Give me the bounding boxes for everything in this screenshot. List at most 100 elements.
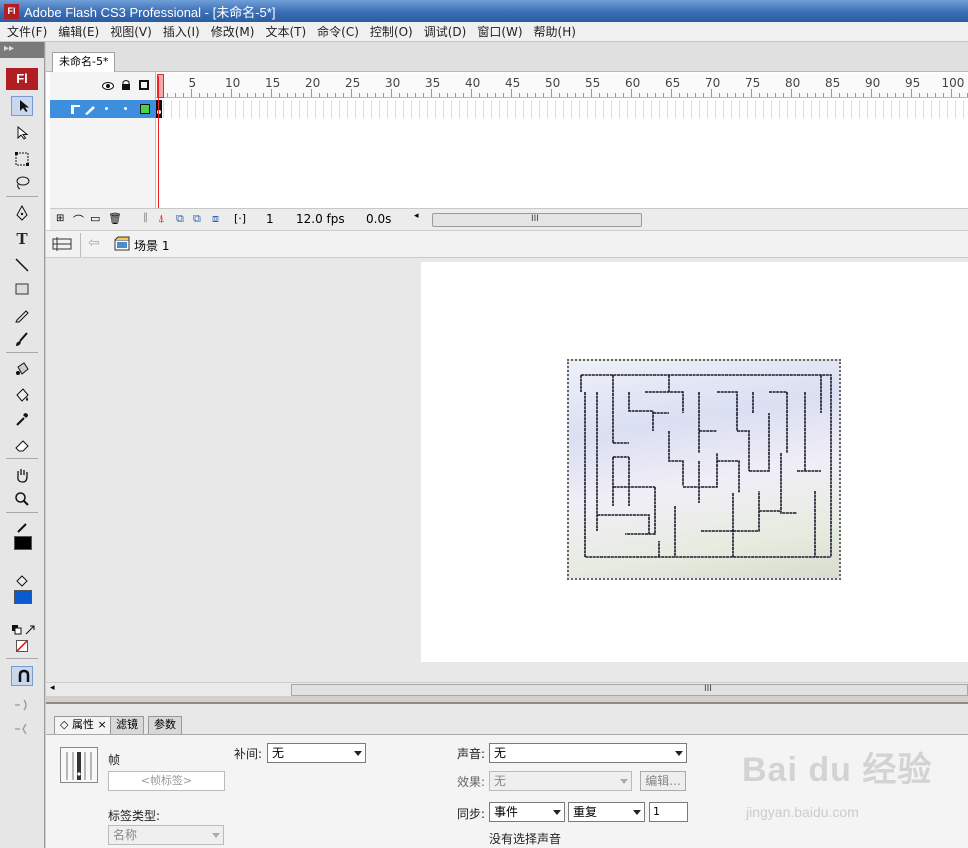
show-outlines-icon[interactable] <box>139 80 149 90</box>
scroll-left-arrow-icon[interactable]: ◂ <box>414 211 419 221</box>
sound-select[interactable]: 无 <box>489 743 687 763</box>
timeline-ruler[interactable]: 1510152025303540455055606570758085909510… <box>156 74 968 98</box>
ruler-frame-number: 65 <box>665 76 681 90</box>
edit-button[interactable]: 编辑... <box>640 771 686 791</box>
ruler-tick <box>479 93 480 97</box>
menu-debug[interactable]: 调试(D) <box>417 23 471 40</box>
paint-bucket-tool-icon[interactable] <box>11 384 33 406</box>
tab-filters[interactable]: 滤镜 <box>110 716 144 734</box>
close-icon[interactable]: × <box>94 718 106 731</box>
ruler-tick <box>687 93 688 97</box>
default-colors-icon[interactable] <box>12 624 22 635</box>
no-color-icon[interactable] <box>16 640 28 652</box>
tween-select[interactable]: 无 <box>267 743 366 763</box>
brush-tool-icon[interactable] <box>11 328 33 350</box>
effect-select[interactable]: 无 <box>489 771 632 791</box>
ruler-tick <box>599 93 600 97</box>
text-tool-icon[interactable]: T <box>11 228 33 250</box>
maze-lines <box>580 374 832 558</box>
label-type-select[interactable]: 名称 <box>108 825 224 845</box>
ruler-tick <box>647 93 648 97</box>
ruler-tick <box>671 89 672 97</box>
layer-outline-color[interactable] <box>140 104 150 114</box>
maze-image[interactable] <box>567 359 841 580</box>
frame-grid[interactable] <box>156 100 968 118</box>
tab-parameters[interactable]: 参数 <box>148 716 182 734</box>
lasso-tool-icon[interactable] <box>11 172 33 194</box>
line-tool-icon[interactable] <box>11 254 33 276</box>
tab-properties[interactable]: ◇ 属性 × <box>54 716 113 734</box>
ruler-tick <box>215 93 216 97</box>
menu-view[interactable]: 视图(V) <box>103 23 156 40</box>
lock-all-icon[interactable] <box>121 79 131 94</box>
layer-visible-dot[interactable] <box>105 107 108 110</box>
stage-scroll-thumb[interactable]: III <box>291 684 968 696</box>
menu-modify[interactable]: 修改(M) <box>204 23 259 40</box>
frame-heading: 帧 <box>108 753 121 767</box>
delete-layer-icon[interactable]: 🗑 <box>108 212 122 225</box>
timeline-toggle-icon[interactable] <box>52 235 74 256</box>
menu-help[interactable]: 帮助(H) <box>527 23 580 40</box>
sync-select[interactable]: 事件 <box>489 802 565 822</box>
frame-rate[interactable]: 12.0 fps <box>296 212 345 226</box>
edit-multiple-frames-icon[interactable]: ⧈ <box>212 212 219 226</box>
repeat-count-input[interactable]: 1 <box>649 802 688 822</box>
ruler-tick <box>847 93 848 97</box>
pen-tool-icon[interactable] <box>11 202 33 224</box>
document-tab[interactable]: 未命名-5* <box>52 52 116 72</box>
repeat-select[interactable]: 重复 <box>568 802 645 822</box>
ruler-tick <box>535 93 536 97</box>
free-transform-tool-icon[interactable] <box>11 148 33 170</box>
swap-colors-icon[interactable] <box>25 624 35 635</box>
ruler-tick <box>823 93 824 97</box>
selection-tool-icon[interactable] <box>11 96 33 116</box>
stroke-color-pencil-icon <box>11 516 33 538</box>
scroll-left-arrow-icon[interactable]: ◂ <box>50 683 55 693</box>
ruler-tick <box>663 93 664 97</box>
onion-skin-outlines-icon[interactable]: ⧉ <box>193 212 201 226</box>
insert-folder-icon[interactable]: ▭ <box>90 212 100 225</box>
ruler-tick <box>783 93 784 97</box>
modify-onion-markers-icon[interactable]: [·] <box>234 212 246 225</box>
center-frame-icon[interactable]: ⍋ <box>158 212 165 226</box>
stroke-color-swatch[interactable] <box>14 536 32 550</box>
insert-layer-icon[interactable]: ⊞ <box>56 213 64 224</box>
menu-file[interactable]: 文件(F) <box>0 23 51 40</box>
fill-color-swatch[interactable] <box>14 590 32 604</box>
timeline-horizontal-scrollbar[interactable]: III <box>432 213 642 227</box>
hand-tool-icon[interactable] <box>11 464 33 486</box>
menu-commands[interactable]: 命令(C) <box>310 23 363 40</box>
smooth-icon[interactable] <box>11 694 33 716</box>
eraser-tool-icon[interactable] <box>11 434 33 456</box>
layer-row[interactable] <box>50 100 156 118</box>
show-hide-all-eye-icon[interactable] <box>102 80 114 94</box>
add-motion-guide-icon[interactable]: ⌒ <box>73 212 84 228</box>
chevron-down-icon <box>212 833 220 838</box>
menu-insert[interactable]: 插入(I) <box>156 23 204 40</box>
snap-to-objects-icon[interactable] <box>11 666 33 686</box>
eyedropper-tool-icon[interactable] <box>11 408 33 430</box>
ruler-tick <box>455 93 456 97</box>
ruler-tick <box>255 93 256 97</box>
ink-bottle-tool-icon[interactable] <box>11 358 33 380</box>
scene-breadcrumb[interactable]: 场景 1 <box>134 237 169 254</box>
rectangle-tool-icon[interactable] <box>11 278 33 300</box>
layer-lock-dot[interactable] <box>124 107 127 110</box>
menu-text[interactable]: 文本(T) <box>258 23 310 40</box>
keyframe[interactable] <box>156 100 162 118</box>
ruler-tick <box>431 89 432 97</box>
ruler-tick <box>695 93 696 97</box>
back-arrow-icon[interactable]: ⇦ <box>88 235 100 251</box>
menu-edit[interactable]: 编辑(E) <box>51 23 103 40</box>
stage[interactable] <box>421 262 968 662</box>
straighten-icon[interactable] <box>11 718 33 740</box>
zoom-tool-icon[interactable] <box>11 488 33 510</box>
subselection-tool-icon[interactable] <box>11 122 33 144</box>
pencil-tool-icon[interactable] <box>11 304 33 326</box>
onion-skin-icon[interactable]: ⧉ <box>176 212 184 226</box>
stage-horizontal-scrollbar[interactable]: ◂ III <box>46 682 968 696</box>
menu-control[interactable]: 控制(O) <box>363 23 417 40</box>
menu-window[interactable]: 窗口(W) <box>470 23 526 40</box>
toolbox-collapse-handle[interactable]: ▸▸ <box>0 42 44 58</box>
frame-label-input[interactable]: <帧标签> <box>108 771 225 791</box>
